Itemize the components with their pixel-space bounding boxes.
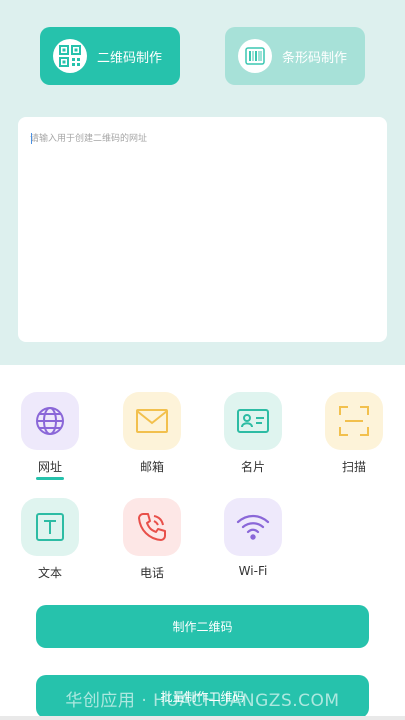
type-label-phone: 电话 xyxy=(139,566,164,580)
batch-make-qr-code-button[interactable]: 批量制作二维码 xyxy=(36,675,369,718)
phone-icon xyxy=(123,498,181,556)
url-input-panel xyxy=(18,117,387,342)
type-label-scan: 扫描 xyxy=(341,460,366,474)
bottom-edge xyxy=(0,716,405,720)
type-label-wifi: Wi-Fi xyxy=(238,564,268,578)
type-item-text[interactable]: 文本 xyxy=(10,498,90,581)
text-icon xyxy=(21,498,79,556)
type-label-card: 名片 xyxy=(240,460,265,474)
selected-underline xyxy=(35,477,64,480)
contact-card-icon xyxy=(224,392,282,450)
globe-icon xyxy=(21,392,79,450)
qr-code-mode-button[interactable]: 二维码制作 xyxy=(40,27,180,85)
barcode-mode-label: 条形码制作 xyxy=(282,50,348,66)
envelope-icon xyxy=(123,392,181,450)
qr-code-mode-label: 二维码制作 xyxy=(97,50,163,66)
qr-code-icon xyxy=(53,39,87,73)
make-qr-code-button[interactable]: 制作二维码 xyxy=(36,605,369,648)
barcode-icon xyxy=(238,39,272,73)
type-label-text: 文本 xyxy=(37,566,62,580)
type-label-url: 网址 xyxy=(35,458,64,480)
barcode-mode-button[interactable]: 条形码制作 xyxy=(225,27,365,85)
type-item-scan[interactable]: 扫描 xyxy=(314,392,394,475)
url-input[interactable] xyxy=(18,117,387,342)
scan-icon xyxy=(325,392,383,450)
type-item-wifi[interactable]: Wi-Fi xyxy=(213,498,293,578)
type-item-email[interactable]: 邮箱 xyxy=(112,392,192,475)
type-item-card[interactable]: 名片 xyxy=(213,392,293,475)
type-item-phone[interactable]: 电话 xyxy=(112,498,192,581)
wifi-icon xyxy=(224,498,282,556)
text-caret xyxy=(31,133,32,144)
type-item-url[interactable]: 网址 xyxy=(10,392,90,480)
type-label-email: 邮箱 xyxy=(139,460,164,474)
